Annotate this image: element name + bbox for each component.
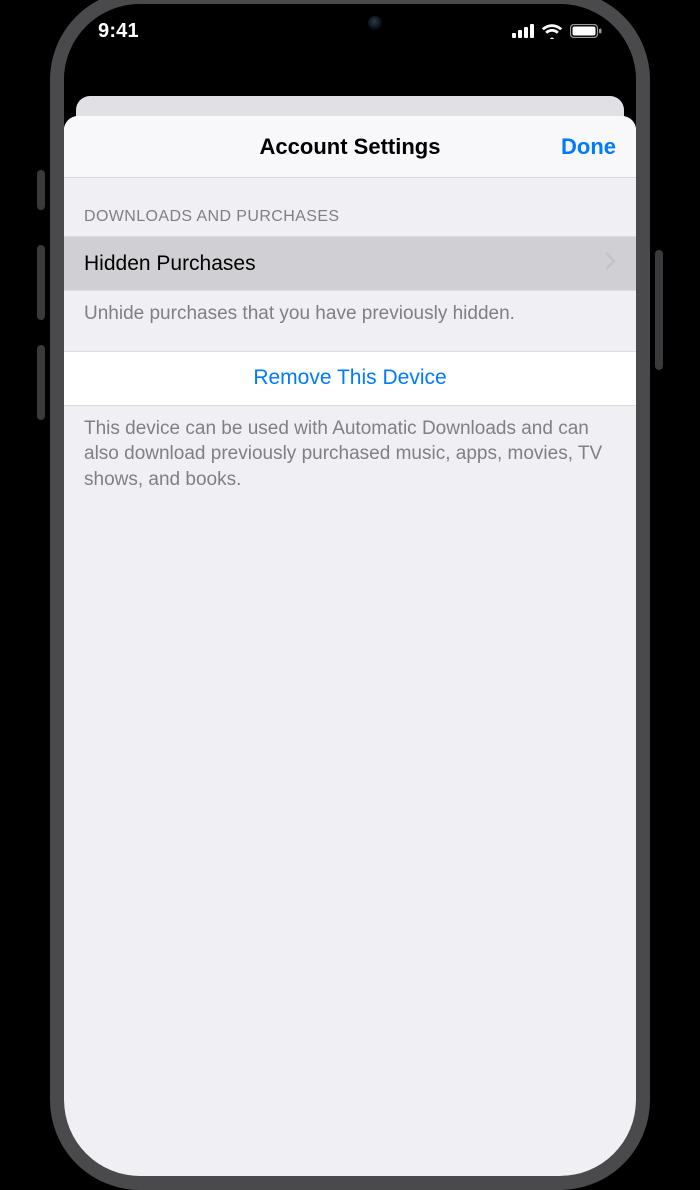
chevron-right-icon [605, 252, 616, 276]
account-settings-sheet: Account Settings Done DOWNLOADS AND PURC… [64, 116, 636, 1176]
phone-power-button [655, 250, 663, 370]
phone-volume-up-button [37, 245, 45, 320]
cellular-signal-icon [512, 24, 534, 38]
remove-device-footer: This device can be used with Automatic D… [64, 406, 636, 517]
battery-icon [570, 24, 602, 38]
phone-frame: 9:41 [50, 0, 650, 1190]
phone-silence-switch [37, 170, 45, 210]
status-time: 9:41 [98, 20, 139, 43]
hidden-purchases-footer: Unhide purchases that you have previousl… [64, 291, 636, 351]
remove-this-device-label: Remove This Device [253, 366, 446, 390]
status-icons [512, 23, 602, 39]
section-header-downloads: DOWNLOADS AND PURCHASES [64, 178, 636, 236]
remove-this-device-button[interactable]: Remove This Device [64, 351, 636, 406]
phone-volume-down-button [37, 345, 45, 420]
screen: 9:41 [64, 4, 636, 1176]
hidden-purchases-row[interactable]: Hidden Purchases [64, 236, 636, 291]
page-title: Account Settings [260, 134, 441, 160]
wifi-icon [541, 23, 563, 39]
hidden-purchases-label: Hidden Purchases [84, 252, 256, 276]
nav-bar: Account Settings Done [64, 116, 636, 178]
notch [245, 4, 455, 42]
front-camera-icon [368, 16, 382, 30]
done-button[interactable]: Done [561, 134, 616, 160]
